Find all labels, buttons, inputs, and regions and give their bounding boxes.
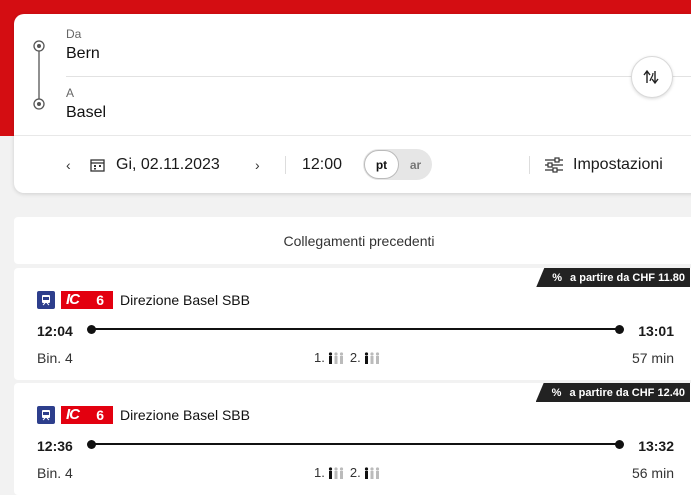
- line-badge: IC 6: [61, 406, 113, 424]
- toggle-option-departure[interactable]: pt: [364, 150, 399, 179]
- connection-card[interactable]: % a partire da CHF 11.80 IC 6 Direzione …: [14, 268, 691, 380]
- connection-card[interactable]: % a partire da CHF 12.40 IC 6 Direzione …: [14, 383, 691, 495]
- calendar-icon: [90, 158, 105, 172]
- previous-connections-button[interactable]: Collegamenti precedenti: [14, 217, 691, 264]
- line-number: 6: [96, 292, 104, 308]
- duration-label: 56 min: [631, 465, 674, 481]
- class2-label: 2.: [349, 350, 361, 365]
- settings-sliders-icon: [545, 156, 563, 173]
- class2-label: 2.: [349, 465, 361, 480]
- price-value: a partire da CHF 11.80: [570, 271, 685, 284]
- line-badge: IC 6: [61, 291, 113, 309]
- line-number: 6: [96, 407, 104, 423]
- swap-button[interactable]: [631, 56, 673, 98]
- search-card: Da Bern A Basel ‹ Gi, 02.11.2023 › 12:00…: [14, 14, 691, 193]
- settings-button[interactable]: Impostazioni: [544, 136, 663, 193]
- route-icon: [33, 40, 45, 110]
- direction-label: Direzione Basel SBB: [120, 292, 250, 308]
- price-value: a partire da CHF 12.40: [569, 386, 685, 399]
- chevron-left-icon: ‹: [66, 156, 71, 173]
- line-prefix: IC: [66, 291, 80, 308]
- arrival-time: 13:01: [638, 323, 674, 339]
- date-value: Gi, 02.11.2023: [116, 155, 220, 173]
- time-value: 12:00: [302, 155, 343, 173]
- divider: [66, 76, 691, 77]
- discount-icon: %: [552, 271, 563, 284]
- duration-label: 57 min: [631, 350, 674, 366]
- arrival-dot: [615, 325, 624, 334]
- direction-label: Direzione Basel SBB: [120, 407, 250, 423]
- occupancy-info: 1. 2.: [314, 350, 386, 365]
- class1-label: 1.: [314, 465, 325, 480]
- platform-label: Bin. 4: [37, 465, 73, 481]
- previous-connections-label: Collegamenti precedenti: [283, 232, 435, 249]
- divider: [285, 156, 286, 174]
- journey-line: [92, 328, 617, 330]
- divider: [529, 156, 530, 174]
- departure-arrival-toggle[interactable]: pt ar: [363, 149, 432, 180]
- departure-time: 12:36: [37, 438, 73, 454]
- from-field[interactable]: Bern: [66, 45, 100, 63]
- platform-label: Bin. 4: [37, 350, 73, 366]
- line-prefix: IC: [66, 406, 80, 423]
- occupancy-icon: [328, 351, 343, 364]
- to-field[interactable]: Basel: [66, 104, 106, 122]
- chevron-right-icon: ›: [255, 156, 260, 173]
- to-label: A: [66, 86, 75, 100]
- price-badge: % a partire da CHF 11.80: [536, 268, 690, 287]
- price-badge: % a partire da CHF 12.40: [535, 383, 690, 402]
- train-icon: [37, 291, 55, 309]
- from-label: Da: [66, 27, 82, 41]
- date-picker[interactable]: Gi, 02.11.2023: [90, 136, 220, 193]
- journey-line: [92, 443, 617, 445]
- date-time-toolbar: ‹ Gi, 02.11.2023 › 12:00 pt ar Impostazi…: [14, 136, 691, 193]
- occupancy-icon: [364, 466, 379, 479]
- occupancy-icon: [364, 351, 379, 364]
- swap-icon: [643, 69, 659, 85]
- next-day-button[interactable]: ›: [255, 136, 260, 193]
- class1-label: 1.: [314, 350, 325, 365]
- prev-day-button[interactable]: ‹: [66, 136, 71, 193]
- arrival-dot: [615, 440, 624, 449]
- departure-time: 12:04: [37, 323, 73, 339]
- time-picker[interactable]: 12:00: [302, 136, 342, 193]
- train-icon: [37, 406, 55, 424]
- line-info: IC 6 Direzione Basel SBB: [37, 291, 250, 309]
- arrival-time: 13:32: [638, 438, 674, 454]
- line-info: IC 6 Direzione Basel SBB: [37, 406, 250, 424]
- discount-icon: %: [551, 386, 562, 399]
- toggle-option-arrival[interactable]: ar: [400, 150, 431, 179]
- occupancy-info: 1. 2.: [314, 465, 386, 480]
- occupancy-icon: [328, 466, 343, 479]
- settings-label: Impostazioni: [573, 155, 663, 173]
